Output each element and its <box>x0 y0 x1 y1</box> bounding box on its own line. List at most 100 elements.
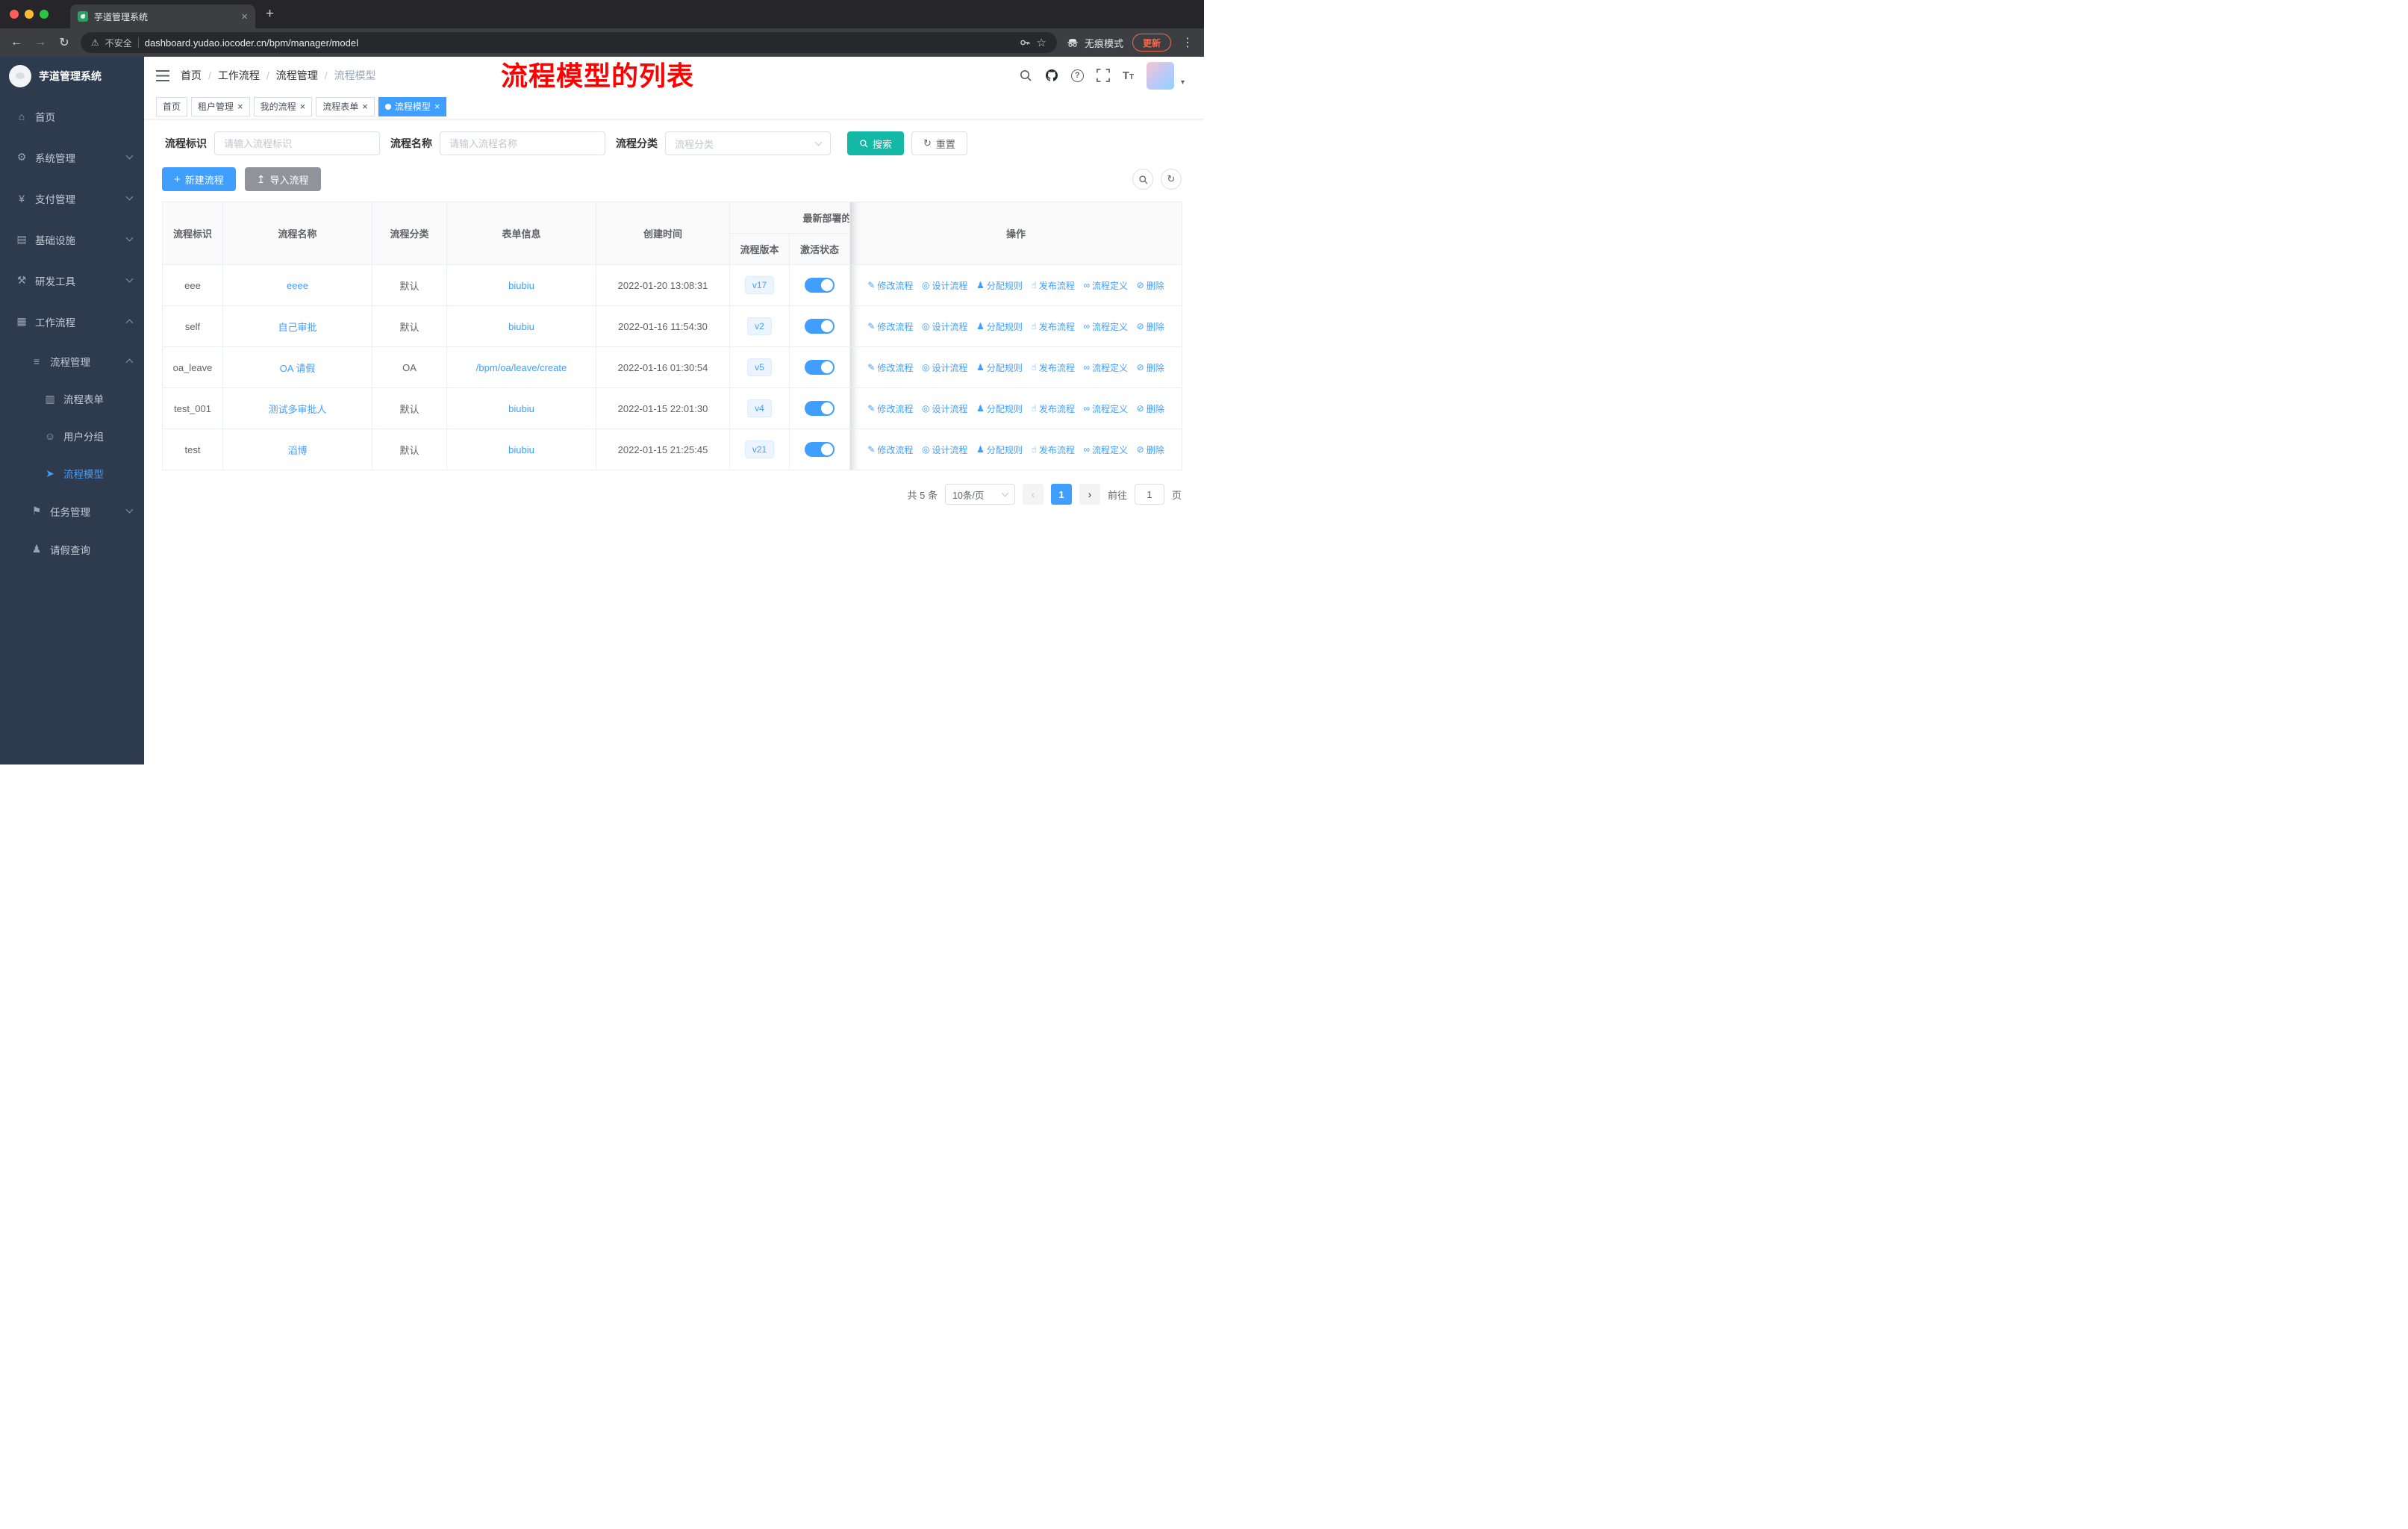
row-action-link[interactable]: ⊘ 删除 <box>1137 443 1164 456</box>
key-icon[interactable] <box>1019 37 1031 49</box>
row-action-link[interactable]: ♟ 分配规则 <box>976 402 1023 415</box>
row-action-link[interactable]: ✎ 修改流程 <box>867 320 913 333</box>
active-toggle[interactable] <box>805 442 835 457</box>
breadcrumb-item[interactable]: 首页 <box>181 68 218 83</box>
current-page-button[interactable]: 1 <box>1050 484 1072 505</box>
row-action-link[interactable]: ◎ 设计流程 <box>922 320 968 333</box>
search-button[interactable]: 搜索 <box>847 131 905 155</box>
row-action-link[interactable]: ☝ 发布流程 <box>1032 361 1075 374</box>
row-action-link[interactable]: ◎ 设计流程 <box>922 402 968 415</box>
sidebar-menu-item[interactable]: ➤ 流程模型 <box>0 455 144 492</box>
view-tag[interactable]: 租户管理 <box>191 96 250 116</box>
row-action-link[interactable]: ♟ 分配规则 <box>976 443 1023 456</box>
bookmark-star-icon[interactable] <box>1037 36 1047 49</box>
row-action-link[interactable]: ✎ 修改流程 <box>867 361 913 374</box>
row-action-link[interactable]: ♟ 分配规则 <box>976 320 1023 333</box>
new-tab-button[interactable] <box>266 6 274 22</box>
row-action-link[interactable]: ◎ 设计流程 <box>922 361 968 374</box>
breadcrumb-item[interactable]: 工作流程 <box>218 68 276 83</box>
page-size-select[interactable]: 10条/页 <box>944 484 1015 505</box>
toggle-search-button[interactable] <box>1132 169 1153 190</box>
sidebar-menu-item[interactable]: ⚙ 系统管理 <box>0 137 144 178</box>
breadcrumb-item[interactable]: 流程管理 <box>276 68 334 83</box>
zoom-window-button[interactable] <box>40 10 49 19</box>
process-name-link[interactable]: 测试多审批人 <box>268 404 326 415</box>
row-action-link[interactable]: ∞ 流程定义 <box>1083 361 1128 374</box>
sidebar-menu-item[interactable]: ☺ 用户分组 <box>0 417 144 455</box>
process-key-input[interactable] <box>214 131 380 155</box>
row-action-link[interactable]: ◎ 设计流程 <box>922 443 968 456</box>
process-name-link[interactable]: 滔博 <box>287 445 307 456</box>
help-icon[interactable] <box>1070 69 1084 82</box>
row-action-link[interactable]: ☝ 发布流程 <box>1032 443 1075 456</box>
process-name-link[interactable]: eeee <box>287 280 308 291</box>
active-toggle[interactable] <box>805 319 835 334</box>
reset-button[interactable]: 重置 <box>911 131 967 155</box>
back-icon[interactable] <box>9 36 24 49</box>
row-action-link[interactable]: ◎ 设计流程 <box>922 279 968 292</box>
app-logo[interactable]: 芋道管理系统 <box>0 57 144 96</box>
browser-menu-icon[interactable] <box>1180 35 1195 50</box>
active-toggle[interactable] <box>805 401 835 416</box>
security-label[interactable]: 不安全 <box>105 37 132 49</box>
view-tag[interactable]: 首页 <box>156 96 188 116</box>
sidebar-menu-item[interactable]: ▦ 工作流程 <box>0 301 144 342</box>
refresh-table-button[interactable] <box>1161 169 1182 190</box>
row-action-link[interactable]: ∞ 流程定义 <box>1083 402 1128 415</box>
browser-tab[interactable]: 芋道管理系统 <box>70 4 255 28</box>
search-icon[interactable] <box>1019 69 1032 82</box>
sidebar-menu-item[interactable]: ⚒ 研发工具 <box>0 260 144 301</box>
active-toggle[interactable] <box>805 360 835 375</box>
row-action-link[interactable]: ⊘ 删除 <box>1137 361 1164 374</box>
category-select[interactable]: 流程分类 <box>665 131 831 155</box>
row-action-link[interactable]: ⊘ 删除 <box>1137 402 1164 415</box>
form-info-link[interactable]: biubiu <box>508 321 534 332</box>
row-action-link[interactable]: ♟ 分配规则 <box>976 279 1023 292</box>
form-info-link[interactable]: /bpm/oa/leave/create <box>476 362 567 373</box>
row-action-link[interactable]: ⊘ 删除 <box>1137 279 1164 292</box>
import-process-button[interactable]: 导入流程 <box>244 167 321 191</box>
sidebar-menu-item[interactable]: ≡ 流程管理 <box>0 342 144 380</box>
form-info-link[interactable]: biubiu <box>508 444 534 455</box>
row-action-link[interactable]: ♟ 分配规则 <box>976 361 1023 374</box>
tag-close-icon[interactable] <box>434 102 440 111</box>
sidebar-menu-item[interactable]: ¥ 支付管理 <box>0 178 144 219</box>
prev-page-button[interactable] <box>1022 484 1044 505</box>
active-toggle[interactable] <box>805 278 835 293</box>
sidebar-menu-item[interactable]: ⚑ 任务管理 <box>0 492 144 530</box>
url-text[interactable]: dashboard.yudao.iocoder.cn/bpm/manager/m… <box>145 37 358 49</box>
github-icon[interactable] <box>1045 69 1058 82</box>
row-action-link[interactable]: ✎ 修改流程 <box>867 402 913 415</box>
browser-update-button[interactable]: 更新 <box>1132 34 1171 52</box>
row-action-link[interactable]: ∞ 流程定义 <box>1083 320 1128 333</box>
process-name-link[interactable]: 自己审批 <box>278 322 316 333</box>
row-action-link[interactable]: ✎ 修改流程 <box>867 279 913 292</box>
goto-page-input[interactable] <box>1134 484 1164 505</box>
minimize-window-button[interactable] <box>25 10 34 19</box>
process-name-input[interactable] <box>440 131 605 155</box>
form-info-link[interactable]: biubiu <box>508 403 534 414</box>
fullscreen-icon[interactable] <box>1096 69 1110 82</box>
row-action-link[interactable]: ∞ 流程定义 <box>1083 279 1128 292</box>
sidebar-toggle-icon[interactable] <box>156 69 169 81</box>
view-tag[interactable]: 流程模型 <box>378 96 447 116</box>
tag-close-icon[interactable] <box>300 102 306 111</box>
row-action-link[interactable]: ✎ 修改流程 <box>867 443 913 456</box>
tag-close-icon[interactable] <box>237 102 243 111</box>
forward-icon[interactable] <box>33 36 48 49</box>
process-name-link[interactable]: OA 请假 <box>280 363 316 374</box>
row-action-link[interactable]: ☝ 发布流程 <box>1032 402 1075 415</box>
tab-close-icon[interactable] <box>241 10 248 23</box>
create-process-button[interactable]: 新建流程 <box>162 167 236 191</box>
tag-close-icon[interactable] <box>362 102 368 111</box>
close-window-button[interactable] <box>10 10 19 19</box>
view-tag[interactable]: 我的流程 <box>253 96 313 116</box>
reload-icon[interactable] <box>57 35 72 50</box>
sidebar-menu-item[interactable]: ▤ 基础设施 <box>0 219 144 260</box>
view-tag[interactable]: 流程表单 <box>316 96 375 116</box>
next-page-button[interactable] <box>1079 484 1100 505</box>
form-info-link[interactable]: biubiu <box>508 280 534 291</box>
sidebar-menu-item[interactable]: ⌂ 首页 <box>0 96 144 137</box>
sidebar-menu-item[interactable]: ♟ 请假查询 <box>0 530 144 568</box>
row-action-link[interactable]: ☝ 发布流程 <box>1032 279 1075 292</box>
